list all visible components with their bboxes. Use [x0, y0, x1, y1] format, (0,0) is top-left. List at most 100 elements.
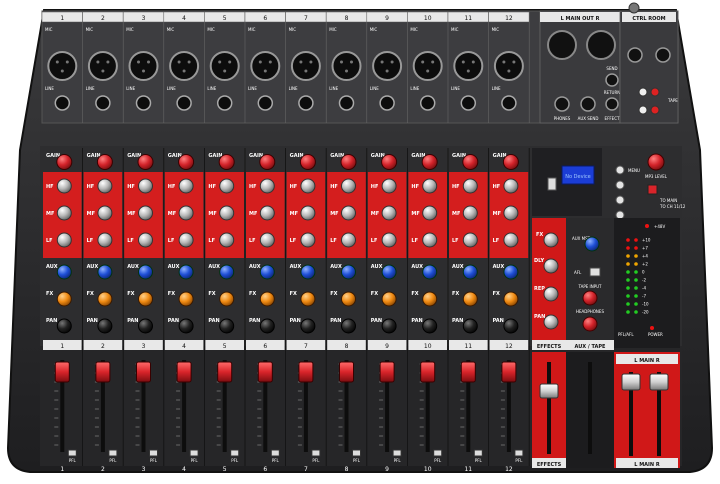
- fx-send-knob-10[interactable]: [422, 291, 438, 307]
- mic-xlr-jack-5[interactable]: [209, 51, 240, 81]
- effect-send-jack[interactable]: [605, 73, 619, 87]
- aux-send-knob-10[interactable]: [422, 264, 438, 280]
- pan-knob-6[interactable]: [259, 318, 275, 334]
- mic-xlr-jack-10[interactable]: [412, 51, 443, 81]
- pan-knob-9[interactable]: [381, 318, 397, 334]
- mic-xlr-jack-6[interactable]: [250, 51, 281, 81]
- mf-eq-knob-9[interactable]: [381, 205, 397, 221]
- pfl-button-5[interactable]: [230, 449, 240, 457]
- lf-eq-knob-6[interactable]: [259, 232, 275, 248]
- mf-eq-knob-4[interactable]: [178, 205, 194, 221]
- line-jack-4[interactable]: [176, 95, 192, 111]
- hf-eq-knob-8[interactable]: [341, 178, 356, 194]
- line-jack-12[interactable]: [501, 95, 517, 111]
- lf-eq-knob-8[interactable]: [341, 232, 356, 248]
- phones-jack[interactable]: [554, 96, 570, 112]
- mf-eq-knob-8[interactable]: [341, 205, 356, 221]
- lf-eq-knob-2[interactable]: [97, 232, 113, 248]
- hf-eq-knob-1[interactable]: [56, 178, 72, 194]
- pan-knob-10[interactable]: [422, 318, 438, 334]
- mic-xlr-jack-4[interactable]: [169, 51, 200, 81]
- main-out-left-xlr-jack[interactable]: [547, 30, 577, 60]
- tape-in-right-rca[interactable]: [650, 87, 660, 97]
- pan-knob-5[interactable]: [219, 318, 235, 334]
- mf-eq-knob-6[interactable]: [259, 205, 275, 221]
- gain-knob-8[interactable]: [340, 154, 357, 170]
- lf-eq-knob-12[interactable]: [503, 232, 519, 248]
- fx-send-knob-7[interactable]: [300, 291, 316, 307]
- main-out-right-xlr-jack[interactable]: [586, 30, 616, 60]
- aux-send-knob-12[interactable]: [503, 264, 519, 280]
- aux-master-knob[interactable]: [584, 236, 600, 252]
- pfl-button-10[interactable]: [433, 449, 443, 457]
- hf-eq-knob-9[interactable]: [381, 178, 397, 194]
- mp3-level-knob[interactable]: [647, 153, 665, 171]
- hf-eq-knob-2[interactable]: [97, 178, 113, 194]
- line-jack-5[interactable]: [216, 95, 233, 111]
- aux-send-knob-7[interactable]: [300, 264, 316, 280]
- fx-send-knob-11[interactable]: [462, 291, 478, 307]
- lf-eq-knob-1[interactable]: [56, 232, 72, 248]
- mp3-route-switch[interactable]: [647, 184, 658, 195]
- pfl-button-2[interactable]: [108, 449, 118, 457]
- fx-send-knob-8[interactable]: [341, 291, 356, 307]
- pan-knob-11[interactable]: [462, 318, 478, 334]
- mic-xlr-jack-2[interactable]: [87, 51, 118, 81]
- fx-send-knob-6[interactable]: [259, 291, 275, 307]
- lf-eq-knob-9[interactable]: [381, 232, 397, 248]
- mic-xlr-jack-8[interactable]: [331, 51, 362, 81]
- hf-eq-knob-7[interactable]: [300, 178, 316, 194]
- mf-eq-knob-7[interactable]: [300, 205, 316, 221]
- aux-send-jack[interactable]: [580, 96, 596, 112]
- gain-knob-4[interactable]: [178, 154, 195, 170]
- gain-knob-5[interactable]: [218, 154, 235, 170]
- fx-send-knob-12[interactable]: [503, 291, 519, 307]
- fx-send-knob-4[interactable]: [178, 291, 194, 307]
- effects-dly-knob[interactable]: [543, 258, 559, 274]
- gain-knob-12[interactable]: [502, 154, 519, 170]
- mf-eq-knob-11[interactable]: [462, 205, 478, 221]
- fader-cap-4[interactable]: [176, 361, 192, 383]
- lf-eq-knob-3[interactable]: [138, 232, 153, 248]
- gain-knob-1[interactable]: [56, 154, 73, 170]
- pan-knob-1[interactable]: [56, 318, 72, 334]
- mf-eq-knob-1[interactable]: [56, 205, 72, 221]
- line-jack-9[interactable]: [379, 95, 395, 111]
- fader-cap-2[interactable]: [95, 361, 111, 383]
- fx-send-knob-1[interactable]: [56, 291, 72, 307]
- pan-knob-4[interactable]: [178, 318, 194, 334]
- line-jack-2[interactable]: [95, 95, 111, 111]
- fader-cap-8[interactable]: [339, 361, 354, 383]
- fx-send-knob-2[interactable]: [97, 291, 113, 307]
- pfl-button-6[interactable]: [270, 449, 280, 457]
- hf-eq-knob-11[interactable]: [462, 178, 478, 194]
- mic-xlr-jack-9[interactable]: [372, 51, 403, 81]
- tape-out-left-rca[interactable]: [638, 105, 648, 115]
- pfl-button-7[interactable]: [311, 449, 321, 457]
- mf-eq-knob-12[interactable]: [503, 205, 519, 221]
- mf-eq-knob-5[interactable]: [219, 205, 235, 221]
- aux-send-knob-8[interactable]: [341, 264, 356, 280]
- ctrl-room-left-jack[interactable]: [627, 47, 643, 63]
- pan-knob-3[interactable]: [138, 318, 153, 334]
- line-jack-10[interactable]: [419, 95, 436, 111]
- gain-knob-6[interactable]: [259, 154, 276, 170]
- fader-cap-11[interactable]: [460, 361, 476, 383]
- gain-knob-2[interactable]: [96, 154, 113, 170]
- fader-cap-10[interactable]: [420, 361, 436, 383]
- mic-xlr-jack-1[interactable]: [47, 51, 78, 81]
- lf-eq-knob-7[interactable]: [300, 232, 316, 248]
- master-left-fader-cap[interactable]: [621, 373, 641, 391]
- fader-cap-6[interactable]: [257, 361, 273, 383]
- headphones-knob[interactable]: [582, 316, 598, 332]
- tape-out-right-rca[interactable]: [650, 105, 660, 115]
- aux-send-knob-1[interactable]: [56, 264, 72, 280]
- hf-eq-knob-10[interactable]: [422, 178, 438, 194]
- fader-cap-7[interactable]: [298, 361, 314, 383]
- gain-knob-11[interactable]: [462, 154, 479, 170]
- mp3-next-button[interactable]: [615, 195, 625, 205]
- line-jack-3[interactable]: [135, 95, 152, 111]
- effects-rep-knob[interactable]: [543, 286, 559, 302]
- fx-send-knob-9[interactable]: [381, 291, 397, 307]
- pfl-button-4[interactable]: [189, 449, 199, 457]
